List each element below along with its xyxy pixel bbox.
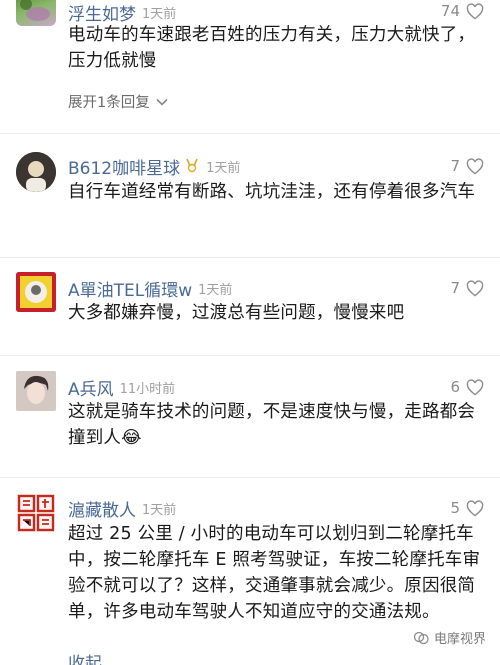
timestamp: 11小时前	[119, 382, 176, 397]
comment-text: 这就是骑车技术的问题，不是速度快与慢，走路都会撞到人😂	[68, 402, 476, 448]
like-count: 7	[450, 279, 460, 297]
comment-item: 浮生如梦 1天前 74 电动车的车速跟老百姓的压力有关，压力大就快了，压力低就慢 …	[0, 0, 500, 125]
comment-text: 自行车道经常有断路、坑坑洼洼，还有停着很多汽车	[68, 182, 476, 202]
like-button[interactable]: 7	[450, 279, 484, 297]
divider	[0, 477, 500, 478]
expand-replies-button[interactable]: 展开1条回复	[68, 91, 168, 112]
like-count: 7	[450, 157, 460, 175]
avatar[interactable]	[16, 152, 56, 192]
divider	[0, 257, 500, 258]
avatar[interactable]	[16, 0, 56, 26]
heart-icon	[466, 378, 484, 395]
avatar-image	[16, 371, 56, 411]
like-button[interactable]: 5	[450, 499, 484, 517]
timestamp: 1天前	[142, 7, 177, 22]
watermark: 电摩视界	[413, 628, 486, 647]
heart-icon	[466, 2, 484, 19]
wechat-channel-icon	[413, 631, 429, 644]
avatar[interactable]	[16, 272, 56, 312]
comment-text: 超过 25 公里 / 小时的电动车可以划归到二轮摩托车中，按二轮摩托车 E 照考…	[68, 524, 481, 622]
watermark-text: 电摩视界	[433, 632, 486, 647]
comment-text: 大多都嫌弃慢，过渡总有些问题，慢慢来吧	[68, 303, 405, 323]
like-button[interactable]: 7	[450, 157, 484, 175]
username[interactable]: A兵风 11小时前	[68, 375, 175, 400]
comment-item: A兵风 11小时前 6 这就是骑车技术的问题，不是速度快与慢，走路都会撞到人😂	[0, 371, 500, 471]
username[interactable]: B612咖啡星球 1天前	[68, 154, 240, 179]
like-count: 6	[450, 378, 460, 396]
like-button[interactable]: 74	[441, 2, 484, 20]
heart-icon	[466, 157, 484, 174]
avatar-image	[20, 0, 50, 21]
collapse-button[interactable]: 收起	[68, 651, 102, 665]
avatar-image	[16, 152, 56, 192]
timestamp: 1天前	[198, 283, 233, 298]
username[interactable]: 滬藏散人 1天前	[68, 496, 176, 521]
timestamp: 1天前	[142, 503, 177, 518]
divider	[0, 133, 500, 134]
heart-icon	[466, 499, 484, 516]
comment-item: B612咖啡星球 1天前 7 自行车道经常有断路、坑坑洼洼，还有停着很多汽车	[0, 150, 500, 250]
like-count: 5	[450, 499, 460, 517]
comment-item: A單油TEL循環w 1天前 7 大多都嫌弃慢，过渡总有些问题，慢慢来吧	[0, 272, 500, 342]
avatar[interactable]	[16, 493, 56, 533]
avatar[interactable]	[16, 371, 56, 411]
chevron-down-icon	[156, 98, 168, 106]
timestamp: 1天前	[206, 161, 241, 176]
avatar-image	[16, 272, 56, 312]
heart-icon	[466, 279, 484, 296]
avatar-image	[17, 494, 55, 532]
username[interactable]: A單油TEL循環w 1天前	[68, 276, 232, 301]
like-button[interactable]: 6	[450, 378, 484, 396]
like-count: 74	[440, 2, 460, 20]
divider	[0, 355, 500, 356]
comment-text: 电动车的车速跟老百姓的压力有关，压力大就快了，压力低就慢	[68, 25, 476, 71]
medal-icon	[184, 157, 200, 177]
